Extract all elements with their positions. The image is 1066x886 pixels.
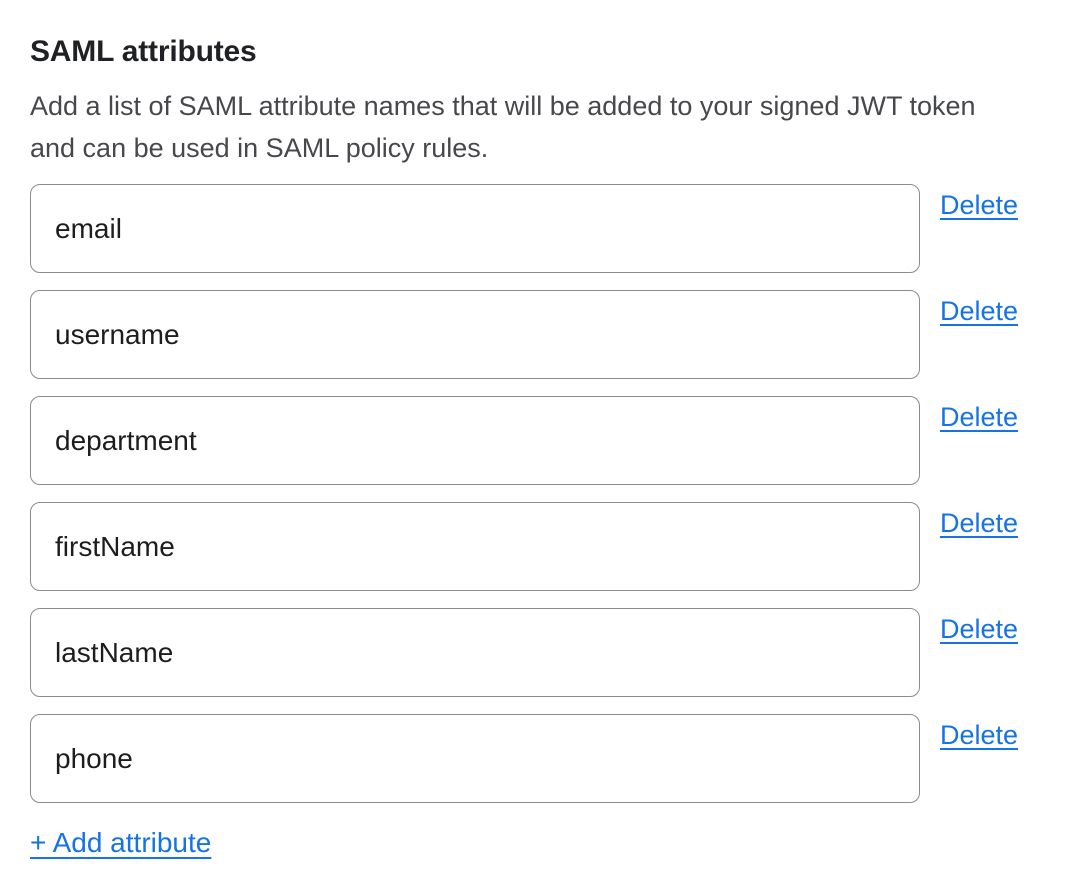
delete-link[interactable]: Delete [940,401,1018,433]
saml-attribute-input-lastname[interactable] [30,608,920,697]
delete-link[interactable]: Delete [940,613,1018,645]
saml-attribute-input-username[interactable] [30,290,920,379]
saml-attributes-section: SAML attributes Add a list of SAML attri… [0,0,1066,886]
saml-attribute-input-firstname[interactable] [30,502,920,591]
section-description: Add a list of SAML attribute names that … [30,85,1066,169]
saml-attribute-row: Delete [30,502,1066,591]
delete-link[interactable]: Delete [940,507,1018,539]
description-line-1: Add a list of SAML attribute names that … [30,85,1066,127]
saml-attribute-row: Delete [30,290,1066,379]
delete-link[interactable]: Delete [940,189,1018,221]
saml-attribute-input-department[interactable] [30,396,920,485]
page-title: SAML attributes [30,34,1066,69]
saml-attribute-row: Delete [30,714,1066,803]
description-line-2: and can be used in SAML policy rules. [30,127,1066,169]
delete-link[interactable]: Delete [940,719,1018,751]
saml-attribute-row: Delete [30,396,1066,485]
saml-attribute-list: Delete Delete Delete Delete Delete Delet… [30,184,1066,803]
saml-attribute-row: Delete [30,608,1066,697]
saml-attribute-input-phone[interactable] [30,714,920,803]
saml-attribute-row: Delete [30,184,1066,273]
delete-link[interactable]: Delete [940,295,1018,327]
add-attribute-link[interactable]: + Add attribute [30,826,211,860]
saml-attribute-input-email[interactable] [30,184,920,273]
